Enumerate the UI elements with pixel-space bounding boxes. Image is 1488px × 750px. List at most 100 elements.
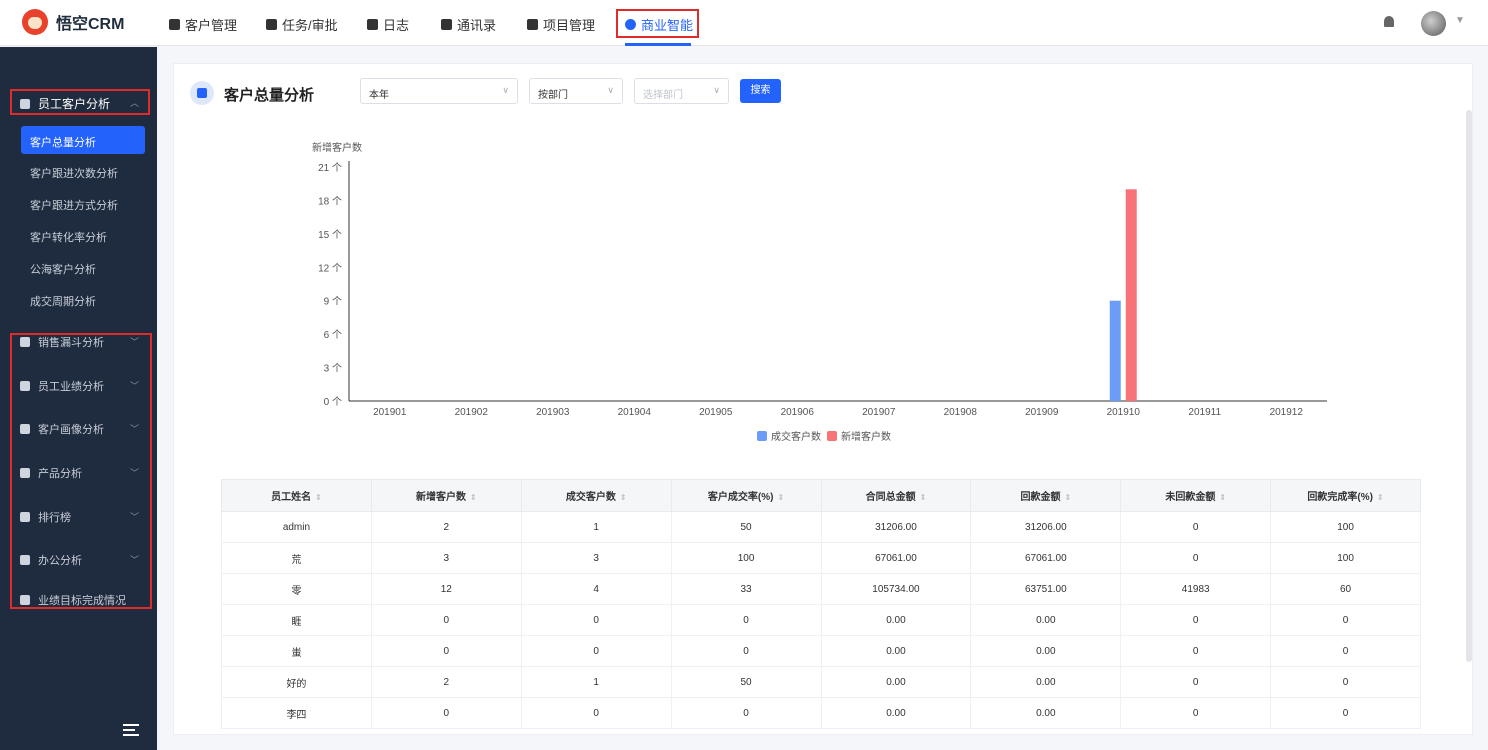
app-name: 悟空CRM [56, 16, 125, 33]
chevron-down-icon: ﹀ [130, 381, 140, 391]
app-logo[interactable]: 悟空CRM [22, 9, 124, 35]
collapse-menu-icon[interactable] [123, 724, 139, 736]
table-cell: 0.00 [820, 697, 972, 729]
highlight-box [10, 89, 150, 115]
table-cell: 100 [1270, 542, 1421, 574]
sidebar-group-sales-funnel[interactable]: 销售漏斗分析 [20, 334, 104, 350]
sidebar-group-office[interactable]: 办公分析 [20, 552, 82, 568]
sort-icon[interactable]: ⇕ [315, 493, 322, 502]
chevron-down-icon[interactable]: ▼ [1455, 15, 1465, 26]
column-header[interactable]: 成交客户数 ⇕ [520, 479, 672, 512]
table-cell: 2 [370, 666, 522, 698]
monkey-logo-icon [22, 9, 48, 35]
table-row[interactable]: 蚩 0 0 0 0.00 0.00 0 0 [221, 635, 1421, 667]
x-tick-label: 201910 [1107, 407, 1141, 418]
table-cell: admin [221, 511, 372, 543]
y-tick-label: 3 个 [324, 363, 342, 375]
column-header[interactable]: 客户成交率(%) ⇕ [670, 479, 822, 512]
chevron-down-icon: ﹀ [130, 424, 140, 434]
sort-icon[interactable]: ⇕ [470, 493, 477, 502]
column-header-label: 员工姓名 [271, 492, 312, 503]
sort-icon[interactable]: ⇕ [1219, 493, 1226, 502]
sidebar-group-product[interactable]: 产品分析 [20, 465, 82, 481]
table-cell: 0 [670, 697, 822, 729]
table-cell: 63751.00 [970, 573, 1122, 605]
x-tick-label: 201902 [455, 407, 489, 418]
bar-new-customers [1125, 189, 1137, 401]
briefcase-icon [20, 555, 30, 565]
nav-customer-management[interactable]: 客户管理 [169, 15, 237, 34]
table-cell: 0.00 [970, 666, 1122, 698]
table-cell: 12 [370, 573, 522, 605]
funnel-icon [20, 337, 30, 347]
legend-swatch [827, 431, 837, 441]
scrollbar[interactable] [1466, 110, 1472, 662]
table-cell: 60 [1270, 573, 1421, 605]
table-cell: 3 [520, 542, 672, 574]
sidebar-item-deal-cycle[interactable]: 成交周期分析 [30, 293, 96, 309]
table-cell: 0 [370, 604, 522, 636]
contacts-icon [441, 19, 452, 30]
table-row[interactable]: 荒 3 3 100 67061.00 67061.00 0 100 [221, 542, 1421, 574]
table-cell: 0 [1120, 635, 1272, 667]
sort-icon[interactable]: ⇕ [620, 493, 627, 502]
y-tick-label: 18 个 [318, 195, 342, 207]
avatar[interactable] [1421, 11, 1446, 36]
active-nav-underline [625, 43, 691, 46]
column-header[interactable]: 员工姓名 ⇕ [221, 479, 372, 512]
sidebar-item-public-pool[interactable]: 公海客户分析 [30, 261, 96, 277]
sidebar-group-target-completion[interactable]: 业绩目标完成情况 [20, 592, 126, 608]
column-header-label: 客户成交率(%) [707, 492, 774, 503]
sort-icon[interactable]: ⇕ [777, 493, 784, 502]
table-cell: 0 [520, 604, 672, 636]
column-header[interactable]: 合同总金额 ⇕ [820, 479, 972, 512]
table-cell: 0 [370, 697, 522, 729]
table-cell: 0.00 [820, 666, 972, 698]
y-tick-label: 21 个 [318, 162, 342, 174]
x-tick-label: 201901 [373, 407, 407, 418]
sidebar-item-conversion-rate[interactable]: 客户转化率分析 [30, 229, 107, 245]
table-cell: 67061.00 [820, 542, 972, 574]
table-cell: 31206.00 [970, 511, 1122, 543]
table-row[interactable]: admin 2 1 50 31206.00 31206.00 0 100 [221, 511, 1421, 543]
sidebar: 员工客户分析 ︿ 客户总量分析 客户跟进次数分析 客户跟进方式分析 客户转化率分… [0, 47, 157, 750]
sort-icon[interactable]: ⇕ [1064, 493, 1071, 502]
sidebar-group-ranking[interactable]: 排行榜 [20, 509, 71, 525]
column-header[interactable]: 回款金额 ⇕ [970, 479, 1122, 512]
sort-icon[interactable]: ⇕ [1377, 493, 1384, 502]
table-cell: 100 [1270, 511, 1421, 543]
chevron-down-icon: ﹀ [130, 468, 140, 478]
column-header[interactable]: 未回款金额 ⇕ [1120, 479, 1272, 512]
table-cell: 李四 [221, 697, 372, 729]
nav-project-management[interactable]: 项目管理 [527, 15, 595, 34]
column-header[interactable]: 回款完成率(%) ⇕ [1270, 479, 1421, 512]
table-cell: 睚 [221, 604, 372, 636]
sidebar-group-employee-performance[interactable]: 员工业绩分析 [20, 378, 104, 394]
table-row[interactable]: 李四 0 0 0 0.00 0.00 0 0 [221, 697, 1421, 729]
table-row[interactable]: 好的 2 1 50 0.00 0.00 0 0 [221, 666, 1421, 698]
column-header[interactable]: 新增客户数 ⇕ [370, 479, 522, 512]
sidebar-group-customer-portrait[interactable]: 客户画像分析 [20, 421, 104, 437]
table-cell: 100 [670, 542, 822, 574]
sidebar-item-followup-method[interactable]: 客户跟进方式分析 [30, 197, 118, 213]
table-cell: 0 [670, 604, 822, 636]
nav-log[interactable]: 日志 [367, 15, 409, 34]
sort-icon[interactable]: ⇕ [920, 493, 927, 502]
bell-icon[interactable] [1384, 16, 1394, 27]
employee-stats-table: 员工姓名 ⇕ 新增客户数 ⇕ 成交客户数 ⇕ 客户成交率(%) ⇕ 合同总金额 ⇕ 回款金额 ⇕ 未回款… [221, 479, 1421, 729]
table-cell: 3 [370, 542, 522, 574]
table-row[interactable]: 睚 0 0 0 0.00 0.00 0 0 [221, 604, 1421, 636]
nav-task-approval[interactable]: 任务/审批 [266, 15, 338, 34]
nav-contacts[interactable]: 通讯录 [441, 15, 496, 34]
bar-deal-customers [1109, 300, 1121, 401]
project-icon [527, 19, 538, 30]
x-tick-label: 201906 [781, 407, 815, 418]
sidebar-item-customer-total[interactable]: 客户总量分析 [21, 126, 145, 154]
table-header-row: 员工姓名 ⇕ 新增客户数 ⇕ 成交客户数 ⇕ 客户成交率(%) ⇕ 合同总金额 ⇕ 回款金额 ⇕ 未回款… [221, 479, 1421, 512]
table-cell: 0.00 [820, 635, 972, 667]
table-cell: 0 [370, 635, 522, 667]
column-header-label: 未回款金额 [1165, 492, 1216, 503]
sidebar-item-followup-count[interactable]: 客户跟进次数分析 [30, 165, 118, 181]
legend-label: 新增客户数 [841, 430, 891, 443]
table-row[interactable]: 零 12 4 33 105734.00 63751.00 41983 60 [221, 573, 1421, 605]
